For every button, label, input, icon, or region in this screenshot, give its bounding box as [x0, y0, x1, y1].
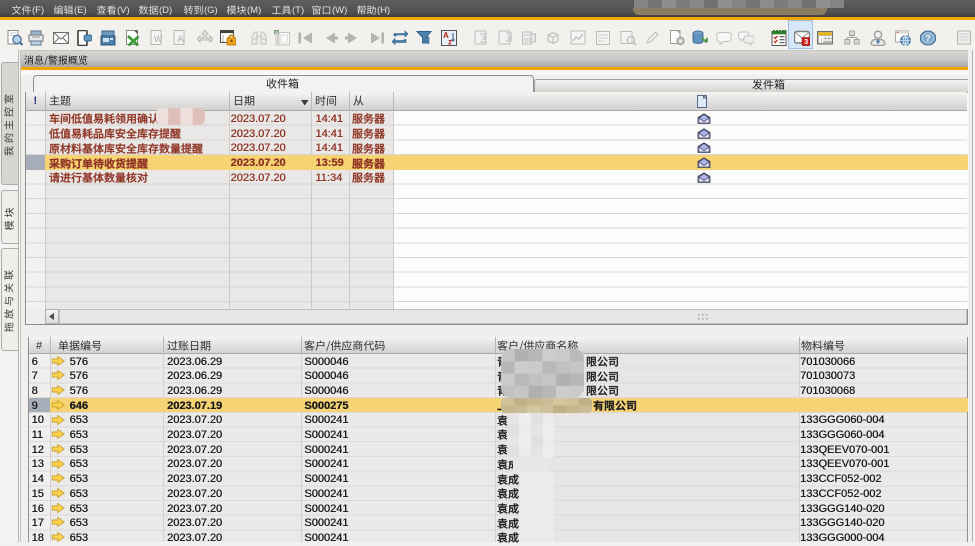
svg-text:3: 3 — [804, 39, 808, 46]
svg-text:?: ? — [925, 34, 931, 45]
svg-text:W: W — [154, 34, 163, 44]
svg-text:A: A — [178, 34, 184, 44]
svg-text:z: z — [448, 38, 452, 47]
